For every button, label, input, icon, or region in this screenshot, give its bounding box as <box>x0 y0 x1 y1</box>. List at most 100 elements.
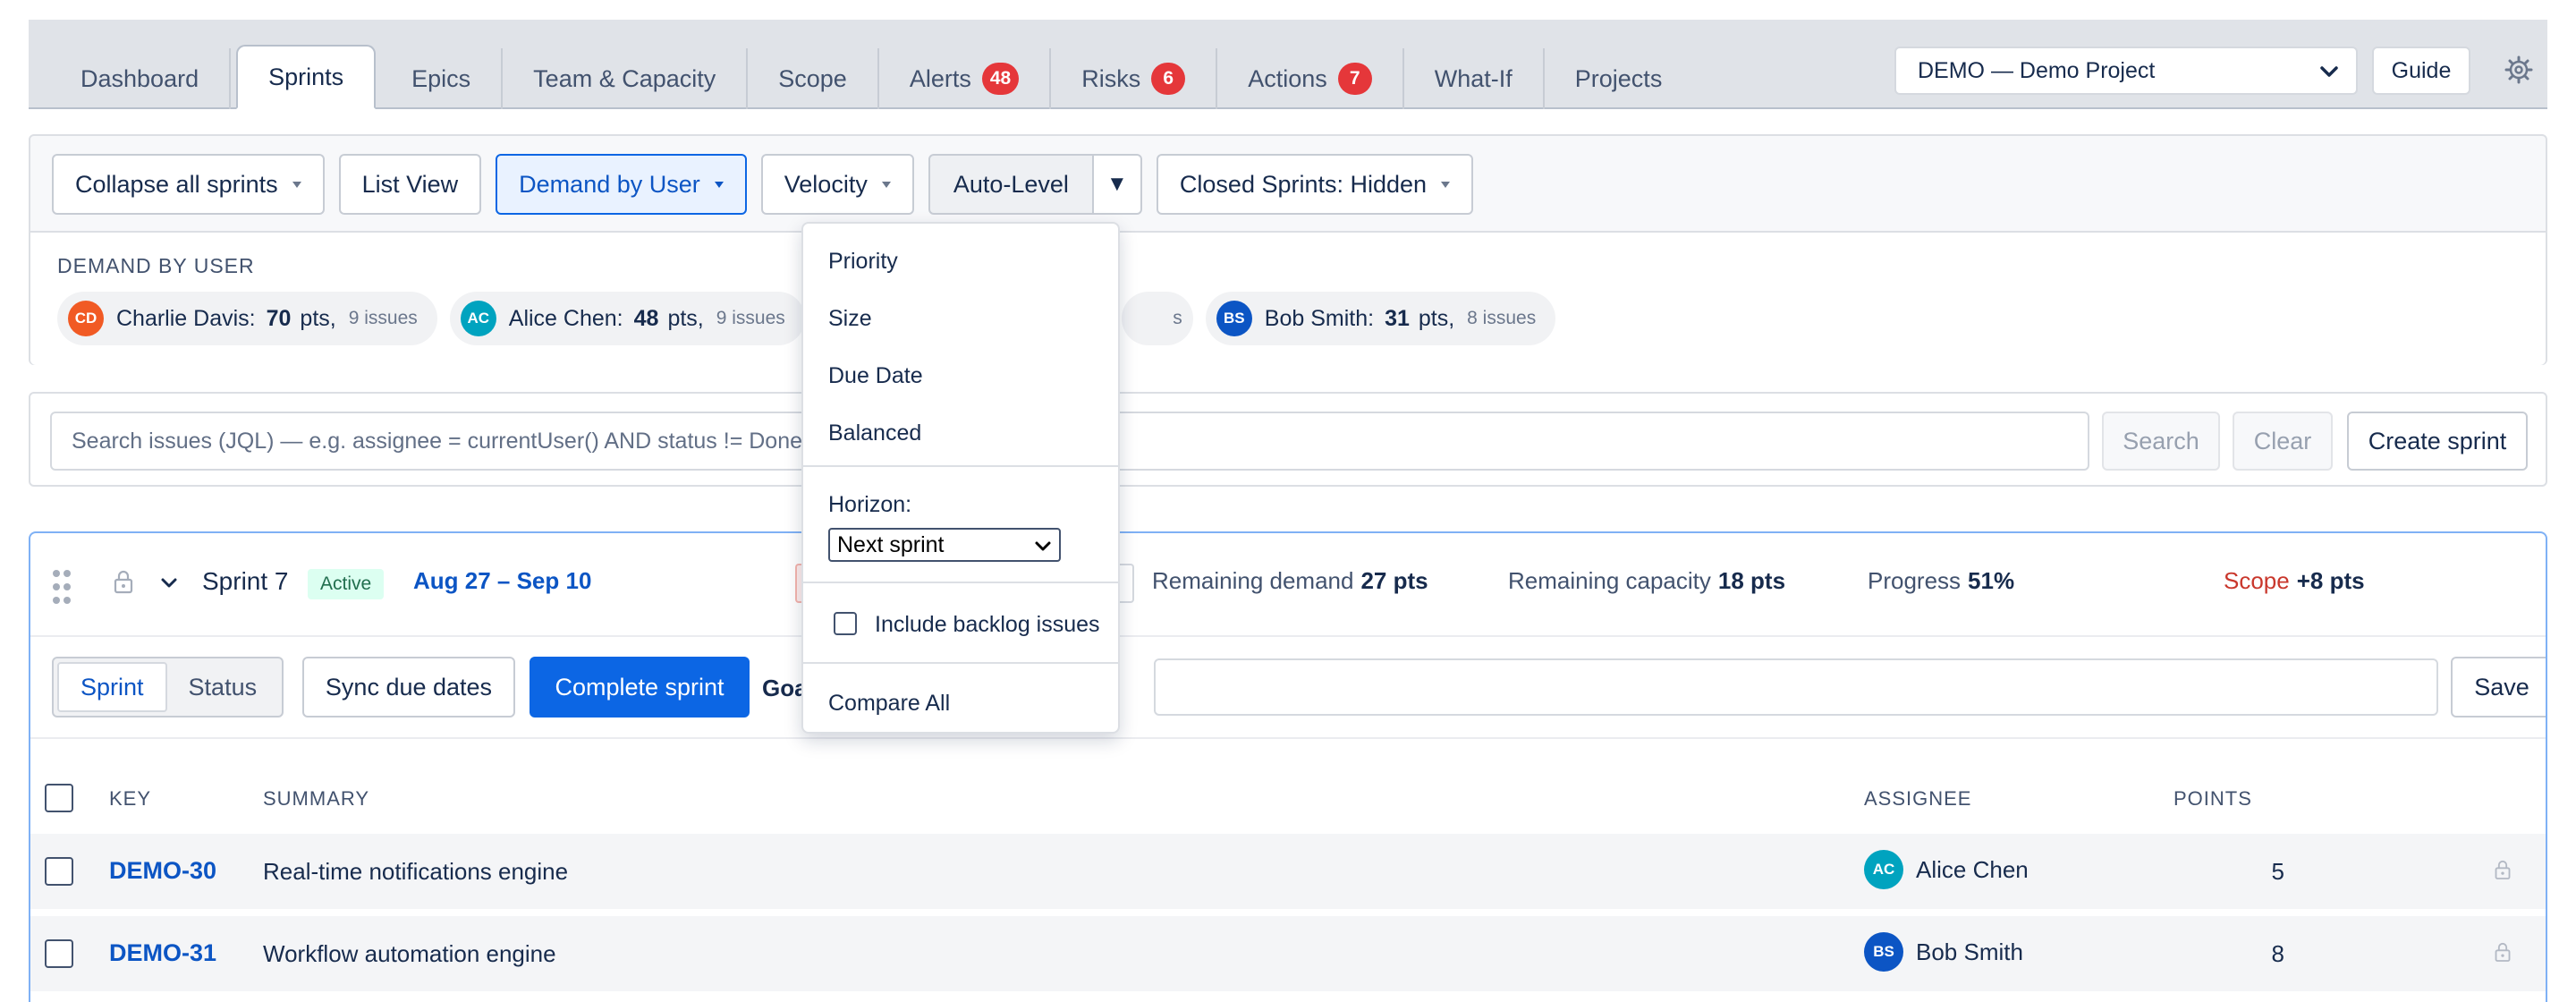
column-header-points: POINTS <box>2174 787 2252 810</box>
menu-divider <box>803 662 1118 664</box>
sync-due-dates-button[interactable]: Sync due dates <box>302 657 515 718</box>
complete-sprint-button[interactable]: Complete sprint <box>530 657 750 718</box>
closed-sprints-button[interactable]: Closed Sprints: Hidden <box>1156 154 1474 215</box>
avatar: AC <box>460 301 496 336</box>
auto-level-menu: Priority Size Due Date Balanced Horizon:… <box>801 222 1120 734</box>
tab-what-if[interactable]: What-If <box>1404 48 1545 109</box>
demand-section-title: DEMAND BY USER <box>57 254 255 277</box>
tab-projects[interactable]: Projects <box>1545 48 1693 109</box>
tab-sprints[interactable]: Sprints <box>236 45 377 109</box>
lock-icon[interactable] <box>2494 941 2512 963</box>
demand-by-user-button[interactable]: Demand by User <box>496 154 747 215</box>
assignee-name: Bob Smith <box>1916 938 2023 965</box>
sprint-toolbar-panel: Collapse all sprints List View Demand by… <box>29 134 2547 365</box>
menu-item-size[interactable]: Size <box>828 306 872 332</box>
menu-divider <box>803 465 1118 467</box>
toggle-sprint[interactable]: Sprint <box>57 662 167 712</box>
tab-alerts[interactable]: Alerts 48 <box>879 48 1052 109</box>
project-select-value: DEMO — Demo Project <box>1918 57 2156 83</box>
points-unit: pts, <box>667 305 704 331</box>
row-checkbox[interactable] <box>45 939 73 968</box>
sprint-dates: Aug 27 – Sep 10 <box>413 567 592 594</box>
issue-key-link[interactable]: DEMO-31 <box>109 939 216 967</box>
points-unit: pts, <box>1418 305 1455 331</box>
metric-value: 27 pts <box>1360 567 1428 594</box>
tab-label: Actions <box>1248 64 1327 92</box>
view-toggle: Sprint Status <box>52 657 284 718</box>
tab-dashboard[interactable]: Dashboard <box>50 48 232 109</box>
metric-value: 18 pts <box>1717 567 1786 594</box>
issue-count: 9 issues <box>348 308 418 328</box>
user-name: Charlie Davis: <box>116 305 256 331</box>
menu-item-priority[interactable]: Priority <box>828 249 898 275</box>
assignee: BS Bob Smith <box>1864 932 2023 972</box>
button-label: Sync due dates <box>325 673 493 701</box>
clear-button[interactable]: Clear <box>2233 412 2333 471</box>
tab-label: Sprints <box>268 63 344 90</box>
issue-points: 8 <box>2271 940 2284 967</box>
metric-value: +8 pts <box>2296 567 2365 594</box>
demand-chip-charlie-davis: CD Charlie Davis: 70 pts, 9 issues <box>57 292 437 345</box>
gear-icon[interactable] <box>2503 54 2535 86</box>
table-row[interactable]: DEMO-31 Workflow automation engine BS Bo… <box>30 916 2546 991</box>
sprint-header: Sprint 7 Active Aug 27 – Sep 10 e Remain… <box>30 533 2546 637</box>
list-view-button[interactable]: List View <box>338 154 482 215</box>
tab-scope[interactable]: Scope <box>748 48 879 109</box>
guide-button[interactable]: Guide <box>2372 47 2470 95</box>
chevron-down-icon[interactable] <box>159 573 179 592</box>
table-header: KEY SUMMARY ASSIGNEE POINTS <box>30 741 2546 846</box>
toggle-status[interactable]: Status <box>167 662 279 712</box>
scope-change: Scope +8 pts <box>2224 567 2365 595</box>
lock-icon[interactable] <box>113 569 134 594</box>
issue-key-link[interactable]: DEMO-30 <box>109 857 216 885</box>
tab-epics[interactable]: Epics <box>381 48 504 109</box>
tab-label: Team & Capacity <box>533 64 716 92</box>
menu-item-due-date[interactable]: Due Date <box>828 363 923 389</box>
issue-points: 5 <box>2271 858 2284 885</box>
toggle-label: Status <box>188 673 258 701</box>
alerts-count-badge: 48 <box>981 63 1020 95</box>
menu-item-compare-all[interactable]: Compare All <box>828 691 950 717</box>
main-tabs: Dashboard Sprints Epics Team & Capacity … <box>50 20 1692 109</box>
tab-label: Alerts <box>909 64 971 92</box>
button-label: Search <box>2123 427 2199 454</box>
lock-icon[interactable] <box>2494 859 2512 880</box>
collapse-all-sprints-button[interactable]: Collapse all sprints <box>52 154 325 215</box>
drag-handle-icon[interactable] <box>52 569 72 605</box>
assignee: AC Alice Chen <box>1864 850 2029 889</box>
select-all-checkbox[interactable] <box>45 784 73 812</box>
caret-down-icon <box>292 181 301 188</box>
status-badge: Active <box>308 569 385 599</box>
velocity-button[interactable]: Velocity <box>760 154 914 215</box>
menu-item-balanced[interactable]: Balanced <box>828 420 921 446</box>
tab-label: Scope <box>778 64 847 92</box>
tab-risks[interactable]: Risks 6 <box>1051 48 1218 109</box>
assignee-name: Alice Chen <box>1916 855 2029 883</box>
metric-label: Progress <box>1868 567 1962 594</box>
auto-level-dropdown-toggle[interactable]: ▼ <box>1093 154 1142 215</box>
table-row[interactable]: DEMO-30 Real-time notifications engine A… <box>30 834 2546 909</box>
metric-label: Remaining capacity <box>1508 567 1711 594</box>
user-name: Alice Chen: <box>508 305 623 331</box>
user-points: 48 <box>633 305 659 331</box>
avatar: BS <box>1216 301 1252 336</box>
user-points: 31 <box>1385 305 1410 331</box>
project-select[interactable]: DEMO — Demo Project <box>1894 47 2358 95</box>
column-header-summary: SUMMARY <box>263 787 370 810</box>
goal-input[interactable] <box>1154 658 2438 716</box>
issue-count: 9 issues <box>716 308 785 328</box>
row-checkbox[interactable] <box>45 857 73 886</box>
progress: Progress 51% <box>1868 567 2014 595</box>
create-sprint-button[interactable]: Create sprint <box>2347 412 2528 471</box>
auto-level-button[interactable]: Auto-Level <box>928 154 1094 215</box>
include-backlog-checkbox[interactable] <box>834 612 857 635</box>
tab-actions[interactable]: Actions 7 <box>1217 48 1404 109</box>
save-button[interactable]: Save <box>2451 657 2546 718</box>
points-unit: pts, <box>300 305 336 331</box>
horizon-select[interactable]: Next sprint <box>828 528 1061 562</box>
menu-divider <box>803 582 1118 583</box>
demand-chip-hidden: s <box>1121 292 1193 345</box>
search-button[interactable]: Search <box>2102 412 2220 471</box>
goal-label: Goa <box>762 675 808 701</box>
tab-team-capacity[interactable]: Team & Capacity <box>503 48 749 109</box>
